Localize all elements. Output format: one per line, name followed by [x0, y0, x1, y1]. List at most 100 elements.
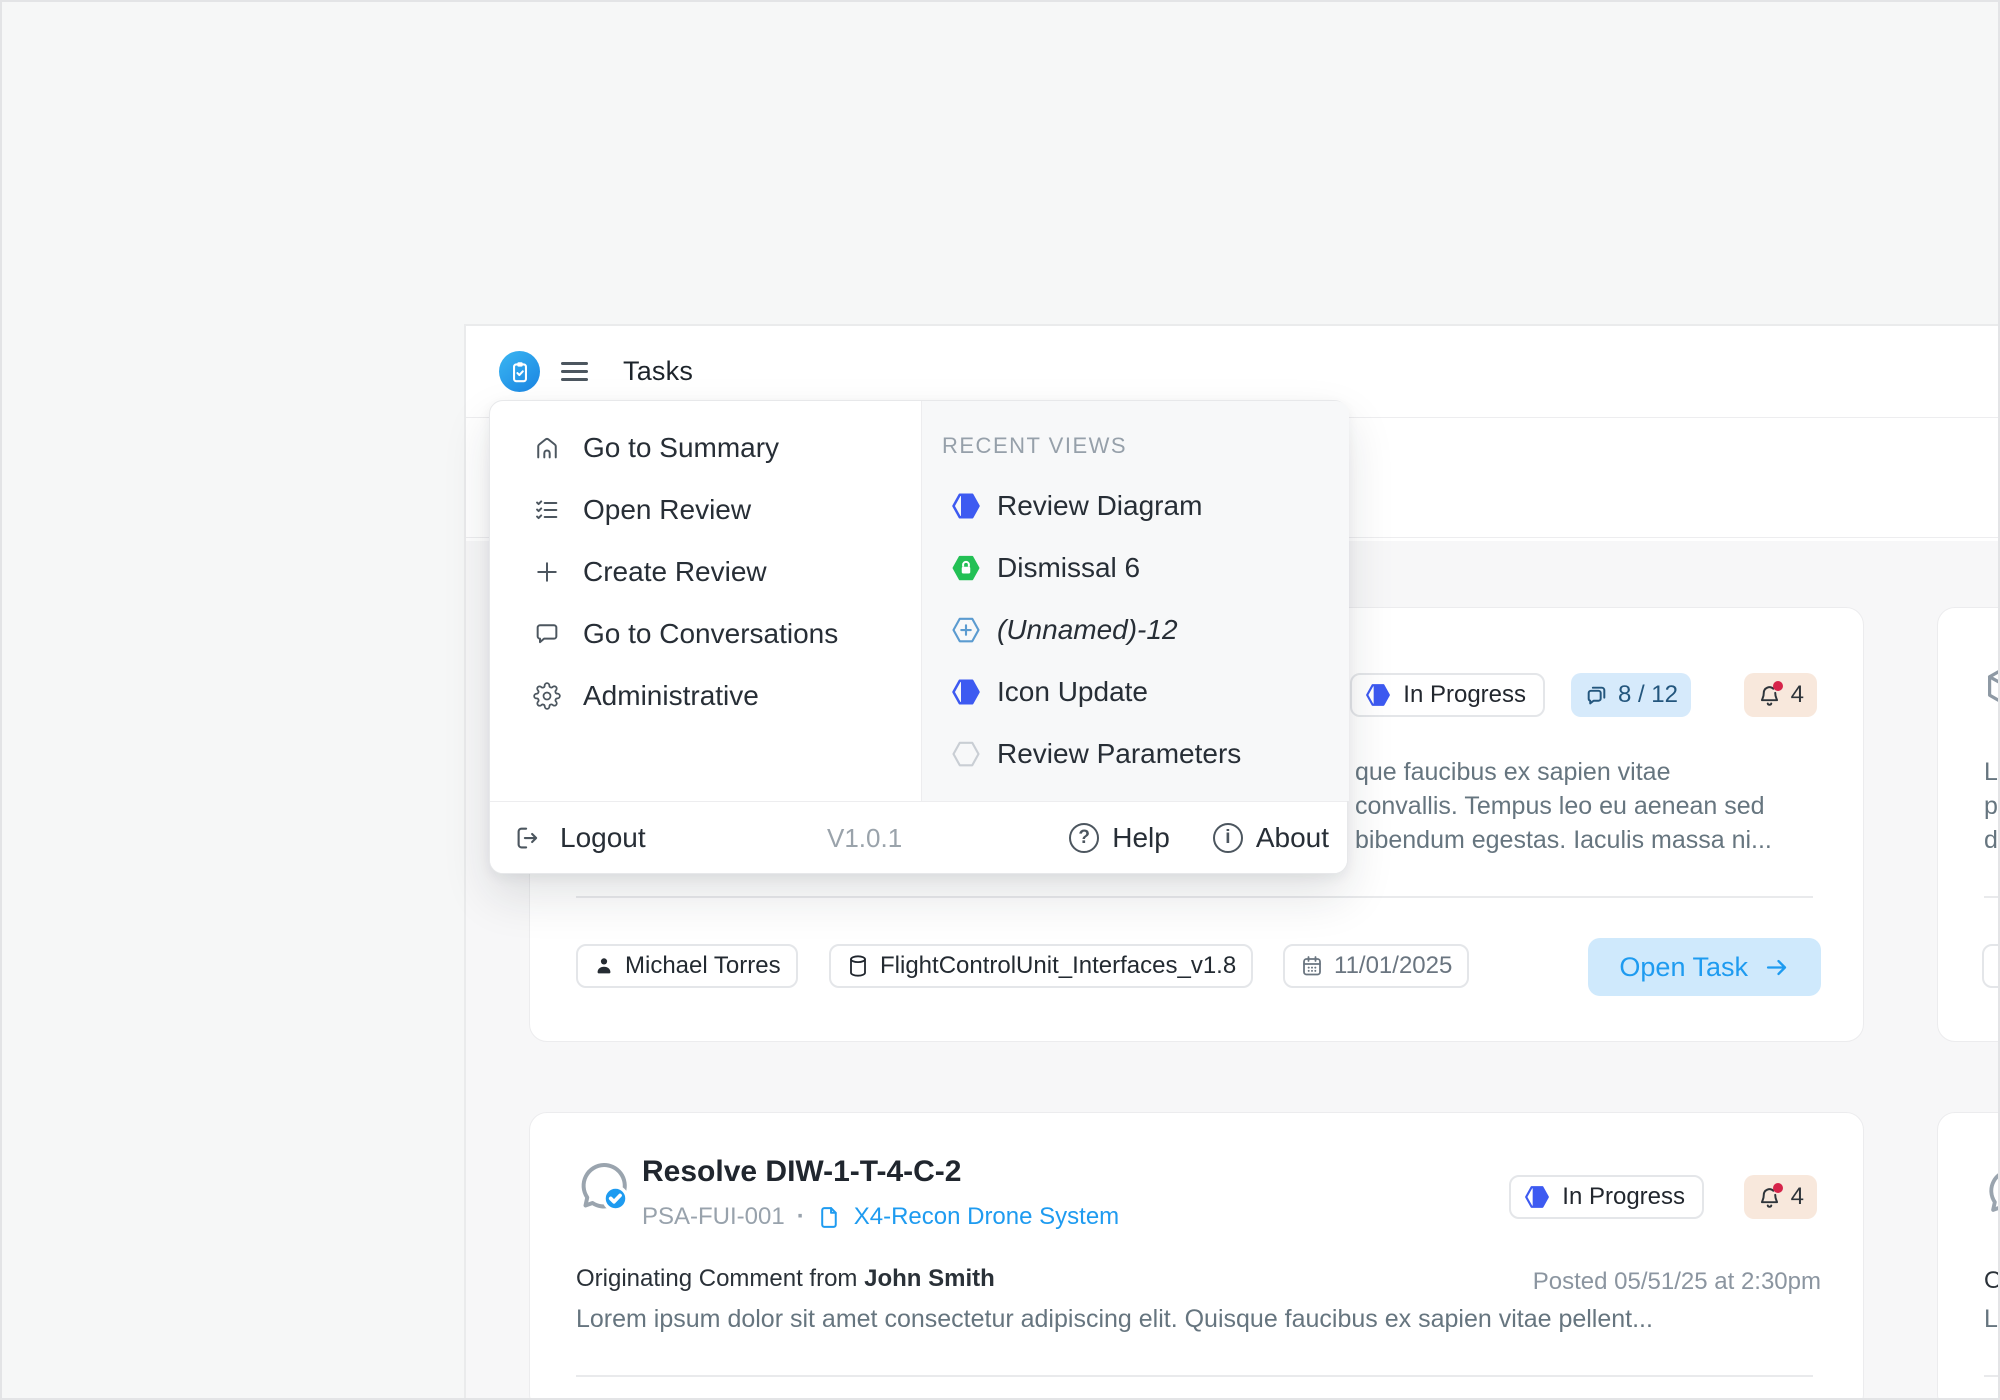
page-title: Tasks: [623, 356, 693, 387]
alerts-chip[interactable]: 4: [1744, 1175, 1817, 1219]
recent-view-label: Review Diagram: [997, 490, 1202, 522]
main-menu-dropdown: Go to Summary Open Review Create Revi: [489, 400, 1348, 874]
recent-view-dismissal-6[interactable]: Dismissal 6: [922, 537, 1349, 599]
menu-item-label: Go to Summary: [583, 432, 779, 464]
posted-timestamp: Posted 05/51/25 at 2:30pm: [1533, 1268, 1821, 1296]
comments-chip[interactable]: 8 / 12: [1571, 673, 1691, 717]
comments-count: 8 / 12: [1618, 681, 1678, 709]
menu-list: Go to Summary Open Review Create Revi: [490, 401, 921, 801]
comment-preview: Lorem ipsum dolor sit amet consectetur a…: [576, 1305, 1821, 1334]
document-icon: [817, 1205, 842, 1230]
hexagon-half-icon: [1365, 682, 1391, 708]
help-label: Help: [1112, 822, 1170, 854]
menu-item-create-review[interactable]: Create Review: [490, 541, 921, 603]
recent-view-review-parameters[interactable]: Review Parameters: [922, 723, 1349, 785]
version-label: V1.0.1: [827, 802, 902, 874]
status-badge: In Progress: [1350, 673, 1545, 717]
plus-icon: [533, 558, 561, 586]
hexagon-half-icon: [951, 677, 981, 707]
task-card-partial: Originating Comment from John Smith Lore…: [1937, 1112, 2000, 1400]
menu-item-label: Administrative: [583, 680, 759, 712]
checklist-icon: [533, 496, 561, 524]
open-task-label: Open Task: [1619, 952, 1748, 983]
about-label: About: [1256, 822, 1329, 854]
alerts-count: 4: [1791, 681, 1804, 709]
menu-item-go-to-summary[interactable]: Go to Summary: [490, 417, 921, 479]
recent-view-label: Icon Update: [997, 676, 1148, 708]
task-card-partial: Lorem ipsum dolor sit amet co pellentesq…: [1937, 607, 2000, 1042]
comment-preview: Lorem ipsum dolor sit amet consectetur a…: [1984, 1305, 2000, 1334]
recent-view-label: Dismissal 6: [997, 552, 1140, 584]
task-description: Lorem ipsum dolor sit amet co pellentesq…: [1984, 755, 2000, 857]
recent-view-label: Review Parameters: [997, 738, 1241, 770]
card-divider: [1984, 896, 2000, 898]
arrow-right-icon: [1763, 954, 1790, 981]
help-icon: ?: [1069, 823, 1099, 853]
task-description: que faucibus ex sapien vitae convallis. …: [1355, 755, 1772, 857]
chat-icon: [533, 620, 561, 648]
card-divider: [576, 896, 1813, 898]
menu-item-label: Go to Conversations: [583, 618, 838, 650]
recent-views-heading: RECENT VIEWS: [922, 433, 1349, 459]
cube-icon: [1982, 662, 2000, 710]
hexagon-half-icon: [1524, 1184, 1550, 1210]
assignee-chip: Michael Torres: [1982, 944, 2000, 988]
task-subrow: PSA-FUI-001 · X4-Recon Drone System: [642, 1203, 1119, 1231]
date-value: 11/01/2025: [1334, 952, 1452, 980]
open-task-button[interactable]: Open Task: [1588, 938, 1821, 996]
comment-author: John Smith: [864, 1265, 995, 1292]
hexagon-half-icon: [951, 491, 981, 521]
menu-item-administrative[interactable]: Administrative: [490, 665, 921, 727]
task-id: PSA-FUI-001: [642, 1203, 785, 1231]
card-divider: [1984, 1375, 2000, 1377]
menu-item-open-review[interactable]: Open Review: [490, 479, 921, 541]
about-button[interactable]: i About: [1213, 822, 1329, 854]
status-badge: In Progress: [1509, 1175, 1704, 1219]
assignee-chip: Michael Torres: [576, 944, 798, 988]
recent-view-icon-update[interactable]: Icon Update: [922, 661, 1349, 723]
recent-view-label: (Unnamed)-12: [997, 614, 1178, 646]
app-screen: Tasks In Progress 8 / 12: [0, 0, 2000, 1400]
menu-item-label: Open Review: [583, 494, 751, 526]
recent-views-panel: RECENT VIEWS Review Diagram: [921, 401, 1349, 801]
status-label: In Progress: [1562, 1183, 1685, 1211]
home-icon: [533, 434, 561, 462]
alerts-count: 4: [1791, 1183, 1804, 1211]
clipboard-check-icon: [507, 359, 533, 385]
date-chip: 11/01/2025: [1283, 944, 1469, 988]
system-link[interactable]: X4-Recon Drone System: [854, 1203, 1119, 1231]
logout-button[interactable]: Logout: [513, 802, 646, 874]
card-divider: [576, 1375, 1813, 1377]
menu-item-label: Create Review: [583, 556, 767, 588]
calendar-icon: [1300, 954, 1324, 978]
hexagon-lock-icon: [951, 553, 981, 583]
logout-label: Logout: [560, 822, 646, 854]
comment-resolved-icon: [1982, 1163, 2000, 1221]
bell-icon: [1757, 683, 1782, 708]
separator: ·: [797, 1203, 805, 1231]
footer-links: ? Help i About: [1069, 802, 1329, 874]
person-icon: [593, 955, 615, 977]
artifact-chip: FlightControlUnit_Interfaces_v1.8: [829, 944, 1253, 988]
logout-icon: [513, 823, 543, 853]
hexagon-outline-icon: [951, 739, 981, 769]
menu-toggle-icon[interactable]: [561, 357, 588, 386]
artifact-name: FlightControlUnit_Interfaces_v1.8: [880, 952, 1236, 980]
menu-footer: Logout V1.0.1 ? Help i About: [490, 801, 1347, 873]
assignee-name: Michael Torres: [625, 952, 781, 980]
comments-icon: [1584, 683, 1609, 708]
hexagon-plus-icon: [951, 615, 981, 645]
app-logo: [499, 351, 540, 392]
menu-item-go-to-conversations[interactable]: Go to Conversations: [490, 603, 921, 665]
task-title: Resolve DIW-1-T-4-C-2: [642, 1155, 961, 1189]
help-button[interactable]: ? Help: [1069, 822, 1170, 854]
alerts-chip[interactable]: 4: [1744, 673, 1817, 717]
comment-heading: Originating Comment from John Smith: [576, 1265, 995, 1293]
task-card: Resolve DIW-1-T-4-C-2 PSA-FUI-001 · X4-R…: [529, 1112, 1864, 1400]
comment-resolved-icon: [574, 1157, 634, 1217]
database-icon: [846, 954, 870, 978]
bell-icon: [1757, 1185, 1782, 1210]
recent-view-unnamed-12[interactable]: (Unnamed)-12: [922, 599, 1349, 661]
recent-view-review-diagram[interactable]: Review Diagram: [922, 475, 1349, 537]
status-label: In Progress: [1403, 681, 1526, 709]
